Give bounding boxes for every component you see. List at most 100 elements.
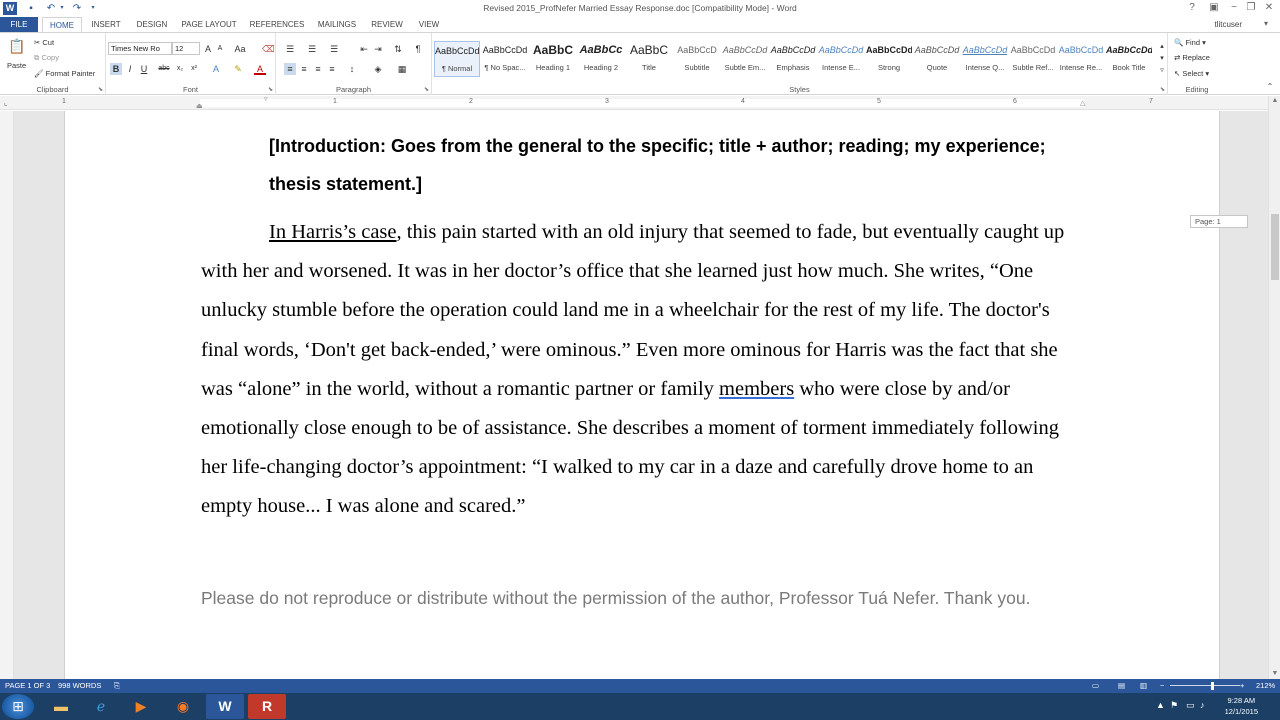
start-button-icon[interactable]: ⊞ (2, 694, 34, 719)
style-normal[interactable]: AaBbCcDd ¶ Normal (434, 41, 480, 77)
line-spacing-icon[interactable]: ↕ (346, 63, 358, 75)
tray-volume-icon[interactable]: ♪ (1200, 700, 1205, 710)
file-explorer-icon[interactable]: ▬ (42, 694, 80, 719)
style-intense-emphasis[interactable]: AaBbCcDd Intense E... (818, 41, 864, 77)
styles-launcher-icon[interactable]: ⬊ (1160, 86, 1165, 93)
style-intense-reference[interactable]: AaBbCcDd Intense Re... (1058, 41, 1104, 77)
subscript-button[interactable]: x₂ (174, 63, 186, 75)
paragraph-launcher-icon[interactable]: ⬊ (424, 86, 429, 93)
highlight-icon[interactable]: ✎ (232, 63, 244, 75)
superscript-button[interactable]: x² (188, 63, 200, 75)
zoom-level[interactable]: 212% (1256, 679, 1275, 693)
zoom-in-icon[interactable]: + (1240, 679, 1244, 693)
tab-mailings[interactable]: MAILINGS (312, 17, 362, 32)
tab-home[interactable]: HOME (42, 17, 82, 32)
signed-in-user[interactable]: tlitcuser (1214, 20, 1242, 29)
paste-button[interactable]: Paste (7, 61, 26, 70)
multilevel-list-icon[interactable]: ☰ (328, 43, 340, 55)
tray-display-icon[interactable]: ▭ (1186, 700, 1195, 711)
show-formatting-marks-icon[interactable]: ¶ (412, 43, 424, 55)
replace-button[interactable]: ⇄ Replace (1174, 53, 1210, 62)
minimize-button[interactable]: − (1226, 1, 1242, 15)
style-no-spacing[interactable]: AaBbCcDd ¶ No Spac... (482, 41, 528, 77)
body-paragraph[interactable]: In Harris’s case, this pain started with… (201, 213, 1089, 527)
decrease-indent-icon[interactable]: ⇤ (358, 43, 370, 55)
collapse-ribbon-icon[interactable]: ⌃ (1264, 81, 1276, 93)
copy-button[interactable]: ⧉ Copy (34, 53, 59, 63)
horizontal-ruler[interactable]: ⌞ ⏏ ▿ △ 1 1 2 3 4 5 6 7 (0, 96, 1280, 110)
right-indent-marker[interactable]: △ (1080, 99, 1085, 107)
style-heading-1[interactable]: AaBbC Heading 1 (530, 41, 576, 77)
zoom-slider-track[interactable] (1170, 685, 1240, 686)
tab-file[interactable]: FILE (0, 17, 38, 32)
intro-instruction[interactable]: [Introduction: Goes from the general to … (269, 127, 1089, 203)
style-quote[interactable]: AaBbCcDd Quote (914, 41, 960, 77)
underline-button[interactable]: U (138, 63, 150, 75)
style-emphasis[interactable]: AaBbCcDd Emphasis (770, 41, 816, 77)
tray-network-icon[interactable]: ⚑ (1170, 700, 1178, 711)
tab-references[interactable]: REFERENCES (248, 17, 306, 32)
close-button[interactable]: ✕ (1261, 1, 1277, 15)
word-taskbar-icon[interactable]: W (206, 694, 244, 719)
format-painter-button[interactable]: 🖌 Format Painter (34, 69, 95, 78)
style-heading-2[interactable]: AaBbCc Heading 2 (578, 41, 624, 77)
document-page[interactable]: [Introduction: Goes from the general to … (64, 111, 1220, 679)
numbering-icon[interactable]: ☰ (306, 43, 318, 55)
vertical-scrollbar[interactable]: ▲ ▼ (1268, 96, 1280, 679)
italic-button[interactable]: I (124, 63, 136, 75)
change-case-icon[interactable]: Aa (234, 43, 246, 55)
restore-button[interactable]: ❐ (1243, 1, 1259, 15)
first-line-indent-marker[interactable]: ▿ (264, 95, 268, 103)
shading-icon[interactable]: ◈ (372, 63, 384, 75)
font-color-icon[interactable]: A (254, 63, 266, 75)
tab-design[interactable]: DESIGN (132, 17, 172, 32)
style-subtle-emphasis[interactable]: AaBbCcDd Subtle Em... (722, 41, 768, 77)
styles-more-icon[interactable]: ▿ (1156, 65, 1168, 77)
help-button[interactable]: ? (1184, 1, 1200, 15)
clear-formatting-icon[interactable]: ⌫ (262, 43, 275, 55)
tab-view[interactable]: VIEW (412, 17, 446, 32)
grow-font-icon[interactable]: A (202, 43, 214, 55)
align-right-icon[interactable]: ≡ (312, 63, 324, 75)
word-count-status[interactable]: 998 WORDS (58, 679, 101, 693)
paragraph-text[interactable]: , this pain started with an old injury t… (201, 221, 1064, 400)
firefox-icon[interactable]: ◉ (164, 694, 202, 719)
ribbon-display-options-button[interactable]: ▣ (1206, 1, 1222, 15)
font-launcher-icon[interactable]: ⬊ (268, 86, 273, 93)
strikethrough-button[interactable]: abc (156, 63, 172, 75)
scroll-down-arrow-icon[interactable]: ▼ (1269, 669, 1280, 679)
cut-button[interactable]: ✂ Cut (34, 38, 54, 47)
styles-scroll-up-icon[interactable]: ▴ (1156, 41, 1168, 53)
tray-expand-icon[interactable]: ▲ (1156, 700, 1165, 710)
bold-button[interactable]: B (110, 63, 122, 75)
style-subtle-reference[interactable]: AaBbCcDd Subtle Ref... (1010, 41, 1056, 77)
font-size-combo[interactable]: 12 (172, 42, 200, 55)
text-effects-icon[interactable]: A (210, 63, 222, 75)
align-left-icon[interactable]: ≡ (284, 63, 296, 75)
align-center-icon[interactable]: ≡ (298, 63, 310, 75)
scrollbar-thumb[interactable] (1271, 214, 1279, 280)
justify-icon[interactable]: ≡ (326, 63, 338, 75)
recorder-app-icon[interactable]: R (248, 694, 286, 719)
shrink-font-icon[interactable]: A (214, 43, 226, 55)
vertical-ruler[interactable] (0, 111, 14, 679)
web-layout-icon[interactable]: ▥ (1140, 679, 1147, 693)
clipboard-launcher-icon[interactable]: ⬊ (98, 86, 103, 93)
left-indent-marker[interactable]: ⏏ (196, 102, 203, 110)
paste-icon[interactable]: 📋 (8, 37, 26, 55)
print-layout-icon[interactable]: ▤ (1118, 679, 1125, 693)
style-strong[interactable]: AaBbCcDd Strong (866, 41, 912, 77)
increase-indent-icon[interactable]: ⇥ (372, 43, 384, 55)
tab-selector-icon[interactable]: ⌞ (4, 98, 8, 107)
footer-notice[interactable]: Please do not reproduce or distribute wi… (201, 585, 1101, 612)
sort-icon[interactable]: ⇅ (392, 43, 404, 55)
find-button[interactable]: 🔍 Find ▾ (1174, 38, 1206, 47)
taskbar-clock[interactable]: 9:28 AM 12/1/2015 (1225, 695, 1258, 717)
select-button[interactable]: ↖ Select ▾ (1174, 69, 1209, 78)
underlined-phrase[interactable]: In Harris’s case (269, 221, 397, 243)
tab-review[interactable]: REVIEW (366, 17, 408, 32)
media-player-icon[interactable]: ▶ (122, 694, 160, 719)
style-title[interactable]: AaBbC Title (626, 41, 672, 77)
grammar-flagged-word[interactable]: members (719, 378, 794, 400)
proofing-icon[interactable]: ⎘ (114, 679, 120, 693)
